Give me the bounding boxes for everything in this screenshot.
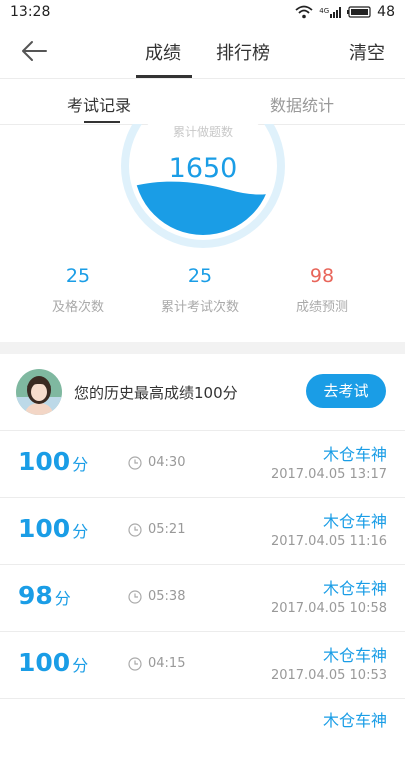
- record-score: 98 分: [18, 581, 71, 610]
- arrow-left-icon: [22, 41, 47, 61]
- record-user: 木仓车神: [322, 445, 387, 464]
- gauge-value: 1650: [169, 153, 238, 184]
- record-score-value: 100: [18, 648, 71, 677]
- stat-label: 成绩预测: [295, 300, 348, 315]
- avatar: [16, 369, 62, 415]
- tab-data-stats[interactable]: 数据统计: [270, 92, 334, 116]
- record-score-unit: 分: [54, 589, 71, 608]
- record-row[interactable]: 100 分 04:30 木仓车神 2017.04.05 13:17: [0, 431, 405, 498]
- stat-value: 25: [65, 265, 91, 287]
- record-date: 2017.04.05 13:17: [270, 467, 387, 482]
- record-row[interactable]: 100 分 04:15 木仓车神 2017.04.05 10:53: [0, 632, 405, 699]
- record-duration: 04:15: [128, 656, 185, 671]
- battery-icon: [347, 6, 371, 18]
- record-row[interactable]: 98 分 05:38 木仓车神 2017.04.05 10:58: [0, 565, 405, 632]
- gauge-label: 累计做题数: [173, 124, 233, 139]
- record-score-value: 100: [18, 514, 71, 543]
- record-date: 2017.04.05 10:53: [270, 668, 387, 683]
- record-date: 2017.04.05 10:58: [270, 601, 387, 616]
- clock-icon: [128, 656, 142, 671]
- record-user: 木仓车神: [322, 646, 387, 665]
- record-score-unit: 分: [72, 656, 89, 675]
- record-duration-value: 04:30: [148, 455, 186, 470]
- section-divider: [0, 342, 405, 354]
- stat-exam-count: 25 累计考试次数: [140, 262, 260, 315]
- record-date: 2017.04.05 11:16: [270, 534, 387, 549]
- stat-label: 累计考试次数: [160, 300, 239, 315]
- clock-icon: [128, 455, 142, 470]
- record-duration-value: 04:15: [148, 656, 186, 671]
- record-row[interactable]: 100 分 05:21 木仓车神 2017.04.05 11:16: [0, 498, 405, 565]
- stat-score-prediction: 98 成绩预测: [262, 262, 382, 315]
- top-nav: 成绩 排行榜 清空: [0, 24, 405, 79]
- clock-icon: [128, 589, 142, 604]
- stat-pass-count: 25 及格次数: [18, 262, 138, 315]
- record-score-value: 100: [18, 447, 71, 476]
- stat-label: 及格次数: [51, 300, 104, 315]
- network-icon: 4G: [319, 6, 342, 18]
- record-score: 100 分: [18, 447, 88, 476]
- clear-button[interactable]: 清空: [349, 39, 385, 65]
- status-bar: 13:28 4G 48: [0, 0, 405, 24]
- tab-exam-records[interactable]: 考试记录: [67, 92, 131, 116]
- record-score: 100 分: [18, 514, 88, 543]
- status-time: 13:28: [10, 4, 51, 20]
- record-duration-value: 05:21: [148, 522, 186, 537]
- total-questions-gauge: 累计做题数 1650: [121, 124, 285, 248]
- record-duration-value: 05:38: [148, 589, 186, 604]
- record-duration: 05:38: [128, 589, 185, 604]
- record-user: 木仓车神: [322, 579, 387, 598]
- record-score: 100 分: [18, 648, 88, 677]
- clock-icon: [128, 522, 142, 537]
- take-exam-button[interactable]: 去考试: [306, 374, 386, 408]
- stat-value: 98: [309, 265, 335, 287]
- record-row[interactable]: 木仓车神: [0, 699, 405, 765]
- record-score-unit: 分: [72, 455, 89, 474]
- best-score-text: 您的历史最高成绩100分: [74, 384, 238, 402]
- record-score-unit: 分: [72, 522, 89, 541]
- active-tab-indicator: [136, 75, 192, 78]
- sub-tabs: 考试记录 数据统计: [0, 79, 405, 125]
- record-score-value: 98: [18, 581, 53, 610]
- back-button[interactable]: [18, 36, 50, 66]
- battery-level: 48: [377, 4, 395, 20]
- tab-scores[interactable]: 成绩: [145, 39, 181, 65]
- stat-value: 25: [187, 265, 213, 287]
- stats-row: 25 及格次数 25 累计考试次数 98 成绩预测: [0, 262, 405, 332]
- best-score-row: 您的历史最高成绩100分 去考试: [0, 354, 405, 431]
- record-user: 木仓车神: [322, 711, 387, 730]
- record-duration: 04:30: [128, 455, 185, 470]
- sub-tab-indicator: [84, 121, 120, 123]
- status-icons: 4G 48: [295, 4, 395, 20]
- record-user: 木仓车神: [322, 512, 387, 531]
- record-duration: 05:21: [128, 522, 185, 537]
- tab-ranking[interactable]: 排行榜: [216, 39, 270, 65]
- wifi-icon: [295, 5, 313, 19]
